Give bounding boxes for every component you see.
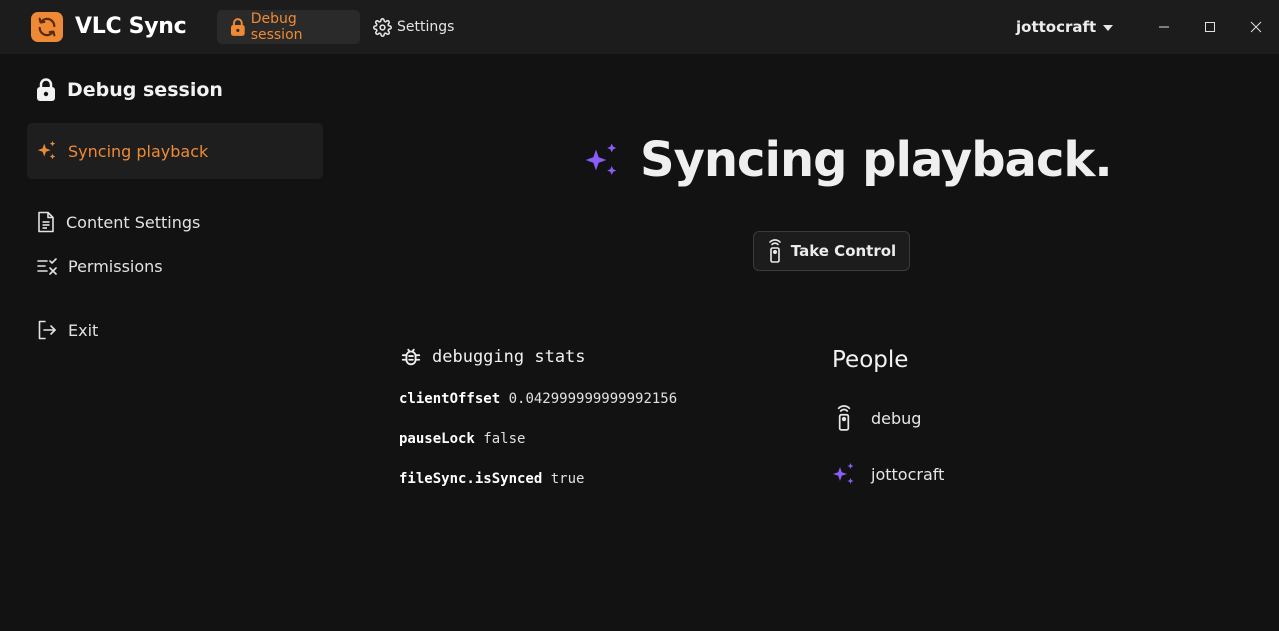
tab-settings[interactable]: Settings: [364, 10, 463, 44]
person-jottocraft: jottocraft: [832, 460, 944, 488]
minimize-icon: [1159, 26, 1169, 28]
caret-down-icon: [1103, 25, 1114, 31]
sidebar-item-label: Exit: [68, 320, 99, 340]
stat-key: fileSync.isSynced: [399, 471, 543, 487]
exit-icon: [38, 320, 56, 340]
page-title: Syncing playback.: [640, 132, 1113, 188]
stats-heading: debugging stats: [400, 344, 586, 370]
person-debug: debug: [832, 404, 921, 432]
stat-value: true: [550, 471, 585, 487]
people-heading: People: [832, 347, 909, 373]
stat-row-file-sync: fileSync.isSynced true: [399, 469, 584, 489]
sparkles-icon: [37, 140, 56, 160]
sidebar-item-label: Permissions: [68, 256, 163, 276]
remote-icon: [768, 239, 781, 263]
user-menu[interactable]: jottocraft: [1016, 10, 1114, 44]
sidebar-item-label: Content Settings: [66, 212, 201, 232]
sidebar: Debug session Syncing playback Content S…: [0, 54, 340, 631]
stat-row-pause-lock: pauseLock false: [399, 429, 525, 449]
sparkles-icon: [585, 143, 617, 175]
tab-debug-session-label: Debug session: [250, 11, 303, 43]
close-icon: [1250, 21, 1262, 33]
remote-icon: [837, 405, 851, 431]
sidebar-item-exit[interactable]: Exit: [27, 308, 323, 352]
person-name: jottocraft: [871, 464, 945, 484]
sparkles-icon: [833, 463, 854, 484]
sidebar-item-label: Syncing playback: [68, 141, 209, 161]
sidebar-item-syncing-playback[interactable]: Syncing playback: [27, 123, 323, 179]
sync-icon: [31, 12, 63, 42]
tab-settings-label: Settings: [397, 19, 455, 35]
sidebar-title: Debug session: [35, 76, 223, 104]
sidebar-item-content-settings[interactable]: Content Settings: [27, 200, 323, 244]
permissions-icon: [37, 258, 57, 275]
close-button[interactable]: [1239, 10, 1273, 44]
take-control-label: Take Control: [790, 242, 897, 260]
stats-title: debugging stats: [432, 347, 586, 367]
document-icon: [38, 211, 54, 233]
stat-row-client-offset: clientOffset 0.042999999999992156: [399, 389, 677, 409]
stat-value: 0.042999999999992156: [508, 391, 678, 407]
minimize-button[interactable]: [1147, 10, 1181, 44]
stat-key: pauseLock: [399, 431, 475, 447]
tab-debug-session[interactable]: Debug session: [217, 10, 360, 44]
title-bar: VLC Sync Debug session Settings jottocra…: [0, 0, 1279, 54]
app-title: VLC Sync: [75, 14, 187, 39]
page-heading: Syncing playback.: [584, 128, 1113, 192]
lock-icon: [230, 18, 245, 36]
stat-key: clientOffset: [399, 391, 501, 407]
sidebar-title-label: Debug session: [67, 79, 223, 101]
user-name: jottocraft: [1016, 18, 1097, 36]
lock-icon: [37, 78, 55, 101]
gear-icon: [373, 17, 392, 37]
maximize-icon: [1205, 22, 1215, 32]
bug-icon: [401, 348, 421, 366]
stat-value: false: [483, 431, 526, 447]
maximize-button[interactable]: [1193, 10, 1227, 44]
take-control-button[interactable]: Take Control: [753, 231, 910, 271]
sidebar-item-permissions[interactable]: Permissions: [27, 244, 323, 288]
person-name: debug: [871, 408, 922, 428]
